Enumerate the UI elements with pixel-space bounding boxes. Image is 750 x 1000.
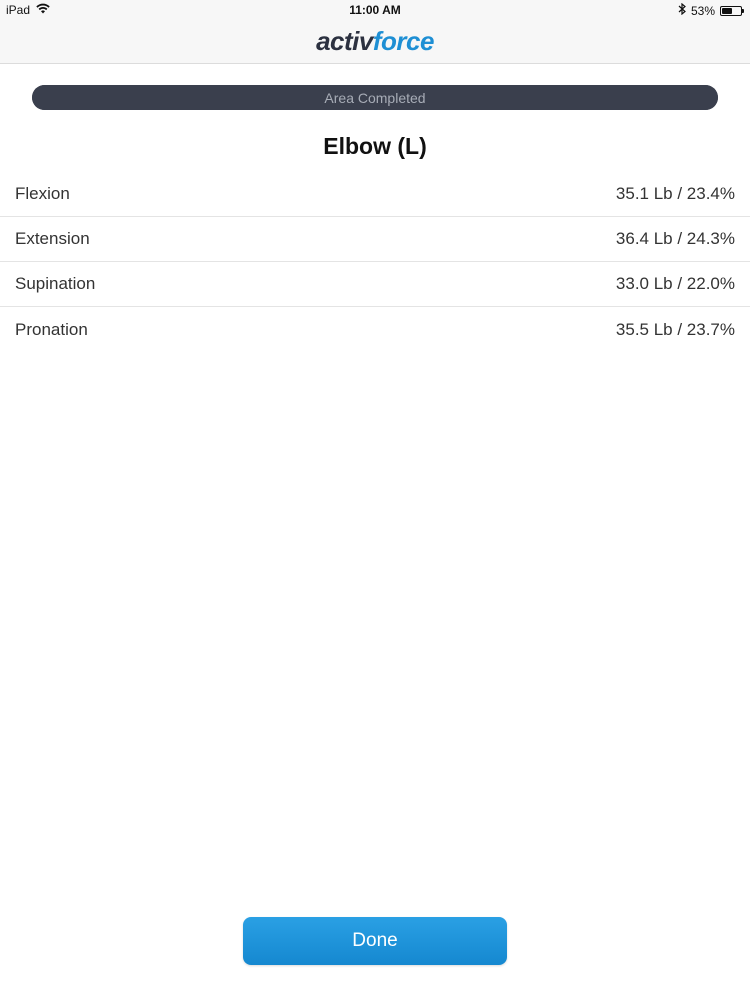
logo-part-force: force: [372, 26, 435, 56]
status-bar: iPad 11:00 AM 53%: [0, 0, 750, 20]
clock: 11:00 AM: [349, 3, 401, 17]
battery-level: [722, 7, 732, 14]
result-value: 35.5 Lb / 23.7%: [615, 319, 735, 339]
battery-icon: [720, 5, 744, 16]
results-list: Flexion 35.1 Lb / 23.4% Extension 36.4 L…: [0, 172, 750, 352]
result-value: 35.1 Lb / 23.4%: [615, 184, 735, 203]
result-label: Extension: [15, 229, 90, 248]
result-value: 36.4 Lb / 24.3%: [615, 229, 735, 248]
result-row-supination: Supination 33.0 Lb / 22.0%: [0, 262, 750, 307]
result-row-flexion: Flexion 35.1 Lb / 23.4%: [0, 172, 750, 217]
result-value: 33.0 Lb / 22.0%: [615, 274, 735, 293]
result-label: Flexion: [15, 184, 70, 203]
nav-bar: activforce: [0, 20, 750, 64]
area-progress-bar: Area Completed: [32, 85, 718, 110]
result-label: Pronation: [15, 319, 88, 339]
progress-label: Area Completed: [324, 89, 426, 106]
done-button[interactable]: Done: [243, 917, 507, 965]
activforce-logo: activforce: [316, 26, 434, 57]
result-row-extension: Extension 36.4 Lb / 24.3%: [0, 217, 750, 262]
battery-percent: 53%: [690, 3, 715, 18]
result-label: Supination: [15, 274, 96, 293]
status-right: 53%: [678, 2, 744, 18]
result-row-pronation: Pronation 35.5 Lb / 23.7%: [0, 307, 750, 352]
area-title: Elbow (L): [323, 133, 427, 159]
bluetooth-icon: [678, 2, 686, 18]
logo-part-activ: activ: [316, 26, 373, 56]
